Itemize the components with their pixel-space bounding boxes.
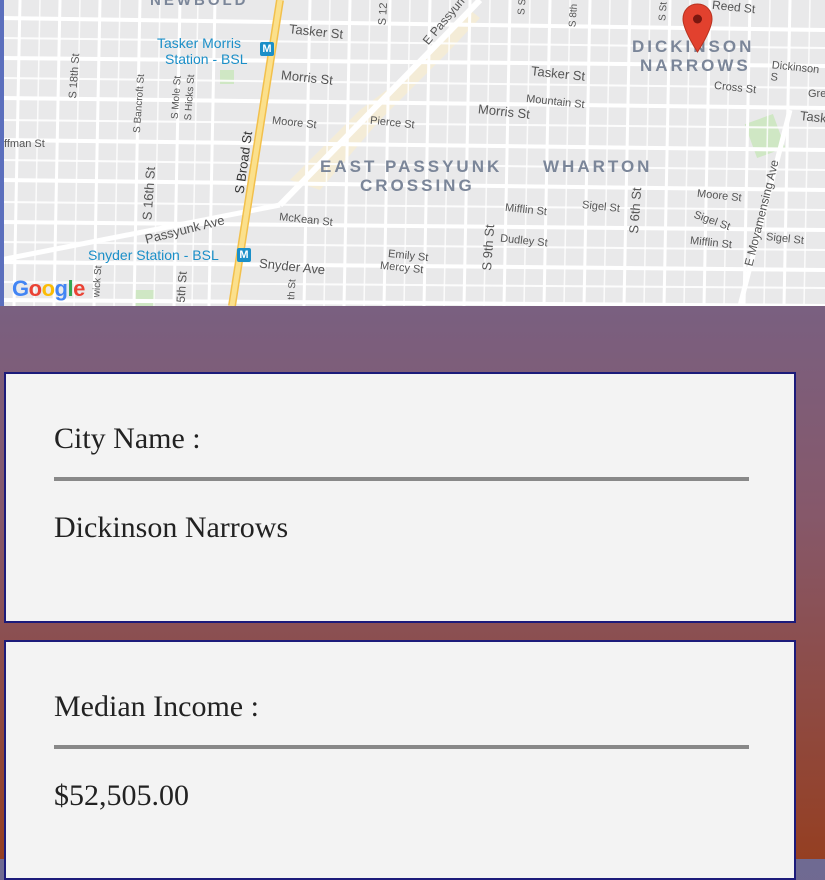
street-label: wick St — [91, 265, 105, 298]
map-label-crossing: CROSSING — [360, 176, 475, 195]
median-income-value: $52,505.00 — [54, 779, 189, 812]
map-label-newbold: NEWBOLD — [150, 0, 249, 9]
map-label-wharton: WHARTON — [543, 157, 653, 176]
street-label: S 9th St — [479, 223, 498, 272]
park-area — [135, 290, 155, 306]
divider — [54, 477, 749, 481]
map-label-tasker-morris-station-line2[interactable]: Station - BSL — [165, 51, 248, 67]
map-label-east-passyunk: EAST PASSYUNK — [320, 157, 503, 176]
city-name-value: Dickinson Narrows — [54, 511, 289, 544]
map-view[interactable]: NEWBOLD Tasker Morris Station - BSL M Sn… — [0, 0, 825, 306]
map-label-tasker-morris-station[interactable]: Tasker Morris — [157, 35, 241, 51]
divider — [54, 745, 749, 749]
street-label: S 8th — [567, 3, 580, 28]
street-label: S St — [516, 0, 529, 16]
median-income-card: Median Income : $52,505.00 — [4, 640, 796, 880]
map-label-snyder-station[interactable]: Snyder Station - BSL — [88, 247, 219, 263]
street-label: Gre — [808, 88, 825, 100]
street-label: S 6th St — [626, 186, 645, 235]
street-label: ffman St — [4, 138, 45, 150]
city-name-card: City Name : Dickinson Narrows — [4, 372, 796, 623]
street-label: S St — [657, 1, 670, 22]
median-income-label: Median Income : — [54, 690, 259, 723]
location-marker-icon[interactable] — [682, 3, 713, 53]
city-name-label: City Name : — [54, 422, 201, 455]
park-area — [220, 70, 234, 84]
street-label: S 12 — [376, 2, 391, 26]
metro-station-icon[interactable]: M — [260, 42, 274, 56]
map-border — [0, 0, 4, 306]
google-logo: Google — [12, 276, 85, 301]
street-label: th St — [286, 278, 299, 301]
metro-station-icon[interactable]: M — [237, 248, 251, 262]
map-label-narrows: NARROWS — [640, 56, 751, 75]
street-label: 5th St — [173, 270, 190, 304]
